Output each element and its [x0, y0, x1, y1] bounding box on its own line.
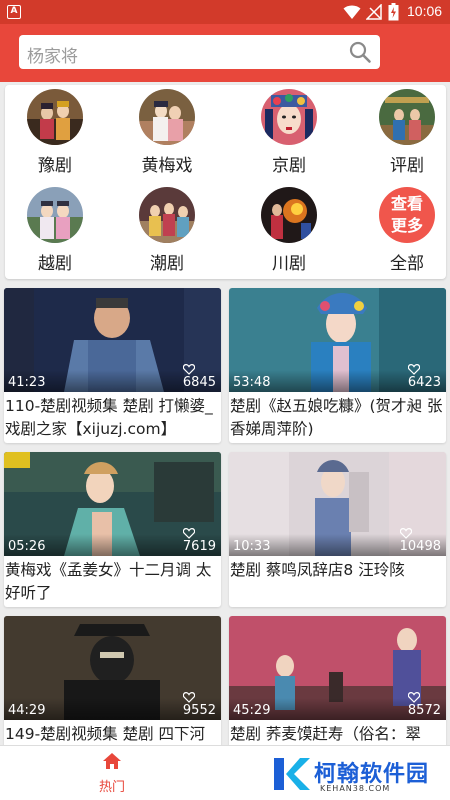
battery-icon [388, 3, 399, 21]
video-thumbnail: 05:26 7619 [4, 452, 221, 556]
like-count-value: 7619 [182, 539, 216, 554]
status-time: 10:06 [407, 3, 443, 19]
like-count-value: 8572 [407, 703, 441, 718]
category-label: 全部 [390, 254, 424, 274]
search-input[interactable]: 杨家将 [19, 35, 380, 69]
video-duration: 44:29 [8, 703, 46, 718]
category-label: 评剧 [390, 156, 424, 176]
like-count-value: 6423 [407, 375, 441, 390]
tab-hot[interactable]: 热门 [82, 748, 142, 798]
video-thumbnail: 53:48 6423 [229, 288, 446, 392]
opera-thumb-jingju [261, 89, 317, 145]
like-count: 7619 [182, 528, 216, 554]
watermark: 柯翰软件园 KEHAN38.COM [252, 748, 450, 800]
like-count: 8572 [407, 692, 441, 718]
signal-icon [366, 4, 382, 20]
video-title: 楚剧《赵五娘吃糠》(贺才昶 张香娣周萍阶) [230, 397, 443, 438]
category-item-chaoju[interactable]: 潮剧 [117, 183, 217, 279]
search-placeholder: 杨家将 [27, 47, 78, 67]
like-count: 10498 [399, 528, 441, 554]
video-thumbnail: 45:29 8572 [229, 616, 446, 720]
like-count: 6845 [182, 364, 216, 390]
video-card[interactable]: 05:26 7619 黄梅戏《孟姜女》十二月调 太好听了 [4, 452, 221, 607]
category-label: 黄梅戏 [141, 156, 193, 176]
video-duration: 05:26 [8, 539, 46, 554]
opera-thumb-yueju [27, 187, 83, 243]
like-count: 9552 [182, 692, 216, 718]
opera-thumb-chuanju [261, 187, 317, 243]
category-grid: 豫剧 黄梅戏 京剧 评剧 越剧 潮剧 川剧 查看 更多 全部 [5, 85, 446, 279]
more-button-line-1: 查看 [390, 194, 423, 213]
video-card[interactable]: 53:48 6423 楚剧《赵五娘吃糠》(贺才昶 张香娣周萍阶) [229, 288, 446, 443]
video-duration: 10:33 [233, 539, 271, 554]
opera-thumb-huangmeixi [139, 89, 195, 145]
category-item-pingju[interactable]: 评剧 [357, 85, 450, 181]
heart-icon [182, 528, 195, 539]
category-label: 京剧 [272, 156, 306, 176]
video-title: 110-楚剧视频集 楚剧 打懒婆_戏剧之家【xijuzj.com】 [5, 397, 213, 438]
like-count-value: 9552 [182, 703, 216, 718]
category-item-jingju[interactable]: 京剧 [239, 85, 339, 181]
watermark-url: KEHAN38.COM [320, 784, 391, 793]
video-duration: 45:29 [233, 703, 271, 718]
app-bar: 杨家将 [0, 24, 450, 82]
category-item-all[interactable]: 查看 更多 全部 [357, 183, 450, 279]
video-title: 楚剧 蔡鸣凤辞店8 汪玲陔 [230, 561, 405, 579]
opera-thumb-pingju [379, 89, 435, 145]
category-item-yuju[interactable]: 豫剧 [5, 85, 105, 181]
status-bar: A 10:06 [0, 0, 450, 24]
category-label: 越剧 [38, 254, 72, 274]
search-icon[interactable] [348, 40, 372, 64]
heart-icon [407, 364, 420, 375]
like-count-value: 6845 [182, 375, 216, 390]
like-count: 6423 [407, 364, 441, 390]
like-count-value: 10498 [399, 539, 441, 554]
heart-icon [182, 364, 195, 375]
category-label: 川剧 [272, 254, 306, 274]
wifi-icon [343, 5, 361, 19]
video-thumbnail: 44:29 9552 [4, 616, 221, 720]
category-item-huangmeixi[interactable]: 黄梅戏 [117, 85, 217, 181]
opera-thumb-chaoju [139, 187, 195, 243]
category-item-yueju[interactable]: 越剧 [5, 183, 105, 279]
category-label: 潮剧 [150, 254, 184, 274]
brand-logo-icon [274, 758, 310, 790]
app-notification-icon: A [7, 5, 21, 19]
video-card[interactable]: 41:23 6845 110-楚剧视频集 楚剧 打懒婆_戏剧之家【xijuzj.… [4, 288, 221, 443]
more-circle[interactable]: 查看 更多 [379, 187, 435, 243]
opera-thumb-yuju [27, 89, 83, 145]
video-duration: 53:48 [233, 375, 271, 390]
more-button-line-2: 更多 [390, 216, 423, 235]
video-thumbnail: 41:23 6845 [4, 288, 221, 392]
category-item-chuanju[interactable]: 川剧 [239, 183, 339, 279]
heart-icon [407, 692, 420, 703]
video-title: 黄梅戏《孟姜女》十二月调 太好听了 [5, 561, 212, 602]
heart-icon [182, 692, 195, 703]
tab-hot-label: 热门 [98, 780, 125, 795]
video-thumbnail: 10:33 10498 [229, 452, 446, 556]
video-duration: 41:23 [8, 375, 46, 390]
heart-icon [399, 528, 412, 539]
home-icon [103, 753, 121, 769]
category-label: 豫剧 [38, 156, 72, 176]
video-card[interactable]: 10:33 10498 楚剧 蔡鸣凤辞店8 汪玲陔 [229, 452, 446, 607]
